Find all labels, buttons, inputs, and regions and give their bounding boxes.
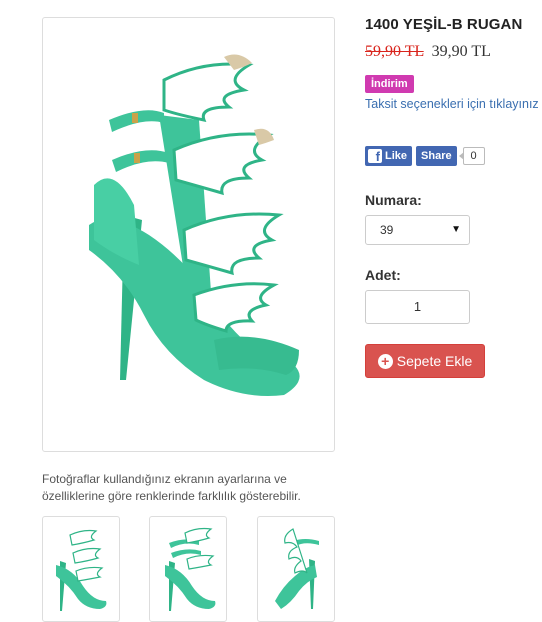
size-selected-value: 39 [380,223,394,237]
shoe-thumbnail-image [165,527,216,611]
price-block: 59,90 TL 39,90 TL [365,43,491,61]
size-label: Numara: [365,192,422,208]
thumbnail-2[interactable] [149,516,227,622]
add-to-cart-button[interactable]: + Sepete Ekle [365,344,485,378]
quantity-label: Adet: [365,267,401,283]
facebook-like-button[interactable]: f Like [365,146,413,166]
product-title: 1400 YEŞİL-B RUGAN [365,16,523,33]
current-price: 39,90 TL [431,43,491,60]
thumbnail-1[interactable] [42,516,120,622]
discount-badge: İndirim [365,75,414,93]
share-count: 0 [458,147,485,165]
old-price: 59,90 TL [365,43,424,60]
main-product-image[interactable] [42,17,335,452]
color-disclaimer: Fotoğraflar kullandığınız ekranın ayarla… [42,472,301,503]
shoe-thumbnail-image [56,529,107,611]
caret-down-icon: ▼ [451,224,461,235]
facebook-icon: f [368,149,382,163]
facebook-share-button[interactable]: Share [416,146,457,166]
shoe-illustration [88,54,300,396]
add-to-cart-label: Sepete Ekle [396,353,473,369]
size-select[interactable]: 39 ▼ [365,215,470,245]
thumbnail-3[interactable] [257,516,335,622]
shoe-thumbnail-image [275,528,319,609]
social-buttons: f Like Share 0 [365,146,485,166]
like-label: Like [385,150,408,162]
installments-link[interactable]: Taksit seçenekleri için tıklayınız [365,97,539,111]
quantity-input[interactable]: 1 [365,290,470,324]
plus-circle-icon: + [377,353,393,369]
